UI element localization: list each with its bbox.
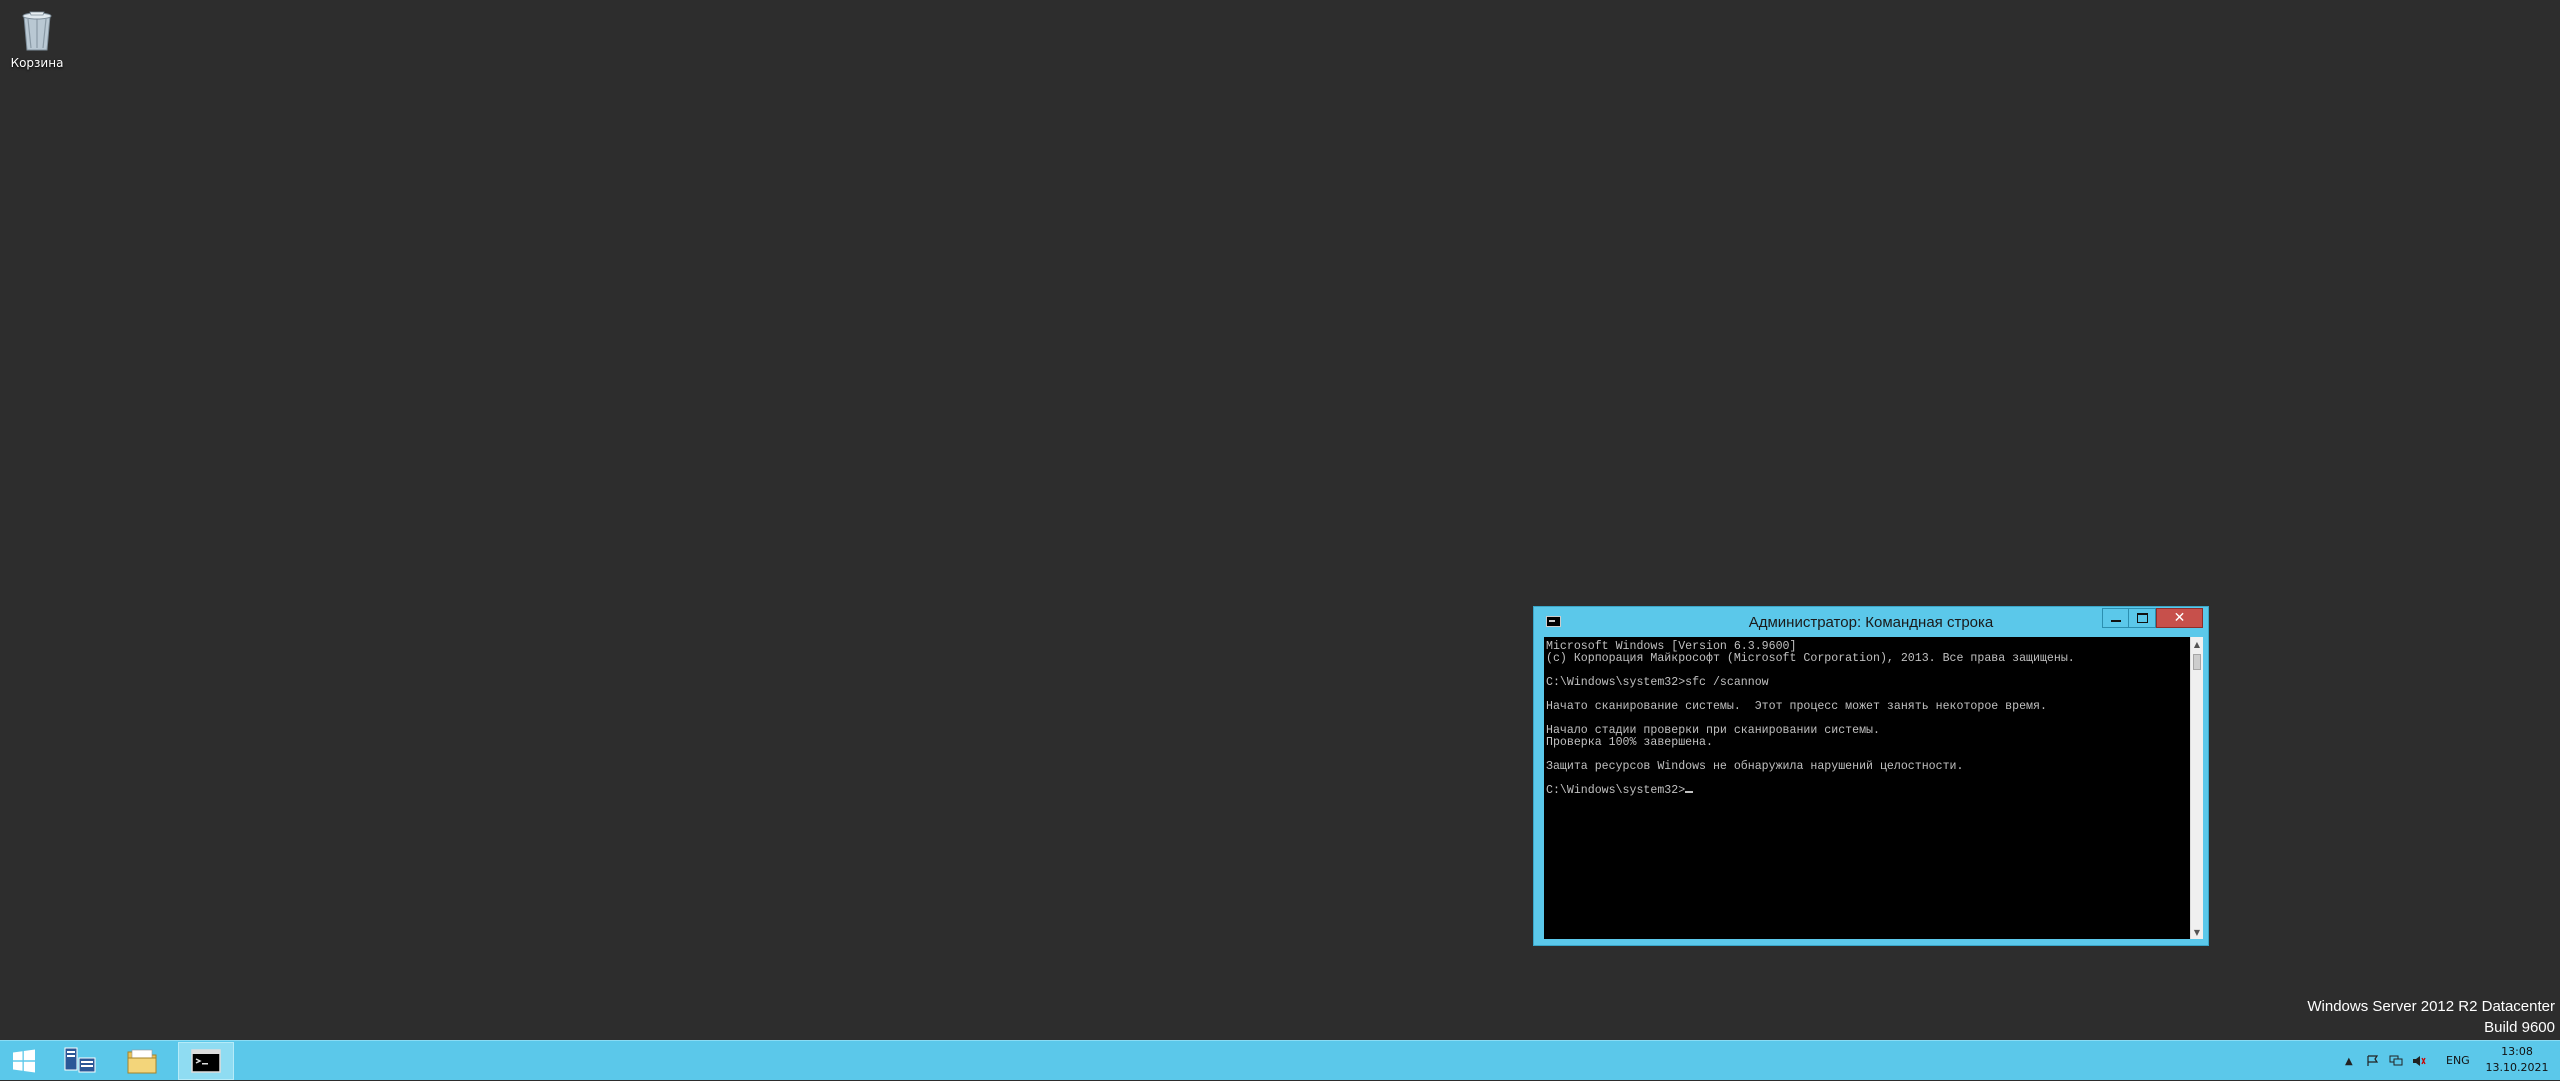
command-prompt-window[interactable]: Администратор: Командная строка ✕ Micros… <box>1533 606 2209 946</box>
close-icon: ✕ <box>2173 610 2186 626</box>
volume-icon[interactable] <box>2412 1055 2426 1067</box>
system-clock[interactable]: 13:08 13.10.2021 <box>2478 1044 2556 1076</box>
window-titlebar[interactable]: Администратор: Командная строка ✕ <box>1534 607 2208 637</box>
text-cursor <box>1685 791 1694 793</box>
server-manager-icon <box>64 1047 96 1073</box>
watermark-edition: Windows Server 2012 R2 Datacenter <box>2307 998 2555 1015</box>
command-prompt-icon <box>191 1049 221 1073</box>
taskbar-command-prompt[interactable] <box>178 1042 234 1080</box>
scroll-down-button[interactable]: ▼ <box>2191 925 2203 939</box>
console-line: Защита ресурсов Windows не обнаружила на… <box>1546 760 1964 773</box>
console-line: Начато сканирование системы. Этот процес… <box>1546 700 2047 713</box>
clock-time: 13:08 <box>2501 1045 2533 1058</box>
clock-date: 13.10.2021 <box>2485 1061 2549 1074</box>
start-button[interactable] <box>0 1042 48 1080</box>
watermark-build: Build 9600 <box>2484 1019 2555 1036</box>
flag-icon[interactable] <box>2366 1055 2380 1067</box>
scroll-up-button[interactable]: ▲ <box>2191 637 2203 651</box>
notification-area <box>2366 1041 2426 1081</box>
maximize-button[interactable] <box>2129 608 2156 628</box>
taskbar-file-explorer[interactable] <box>118 1042 166 1080</box>
chevron-up-icon: ▲ <box>2345 1055 2353 1067</box>
console-line: Проверка 100% завершена. <box>1546 736 1713 749</box>
recycle-bin-shortcut[interactable]: Корзина <box>6 6 68 76</box>
console-prompt: C:\Windows\system32> <box>1546 784 1686 797</box>
show-hidden-icons-button[interactable]: ▲ <box>2345 1041 2353 1081</box>
folder-icon <box>127 1049 157 1074</box>
recycle-bin-icon <box>22 11 52 51</box>
scrollbar-thumb[interactable] <box>2193 654 2201 670</box>
windows-logo-icon <box>13 1049 35 1073</box>
os-watermark: Windows Server 2012 R2 Datacenter Build … <box>2307 996 2555 1038</box>
taskbar-server-manager[interactable] <box>56 1042 104 1080</box>
recycle-bin-label: Корзина <box>10 56 64 70</box>
console-line: C:\Windows\system32>sfc /scannow <box>1546 676 1769 689</box>
console-text: Microsoft Windows [Version 6.3.9600] (c)… <box>1544 637 2190 797</box>
input-language-indicator[interactable]: ENG <box>2446 1054 2470 1067</box>
close-button[interactable]: ✕ <box>2156 608 2203 628</box>
scroll-down-icon: ▼ <box>2193 927 2201 937</box>
minimize-icon <box>2110 620 2121 622</box>
vertical-scrollbar[interactable]: ▲ ▼ <box>2190 637 2203 939</box>
scroll-up-icon: ▲ <box>2193 639 2201 649</box>
minimize-button[interactable] <box>2102 608 2129 628</box>
console-line: (c) Корпорация Майкрософт (Microsoft Cor… <box>1546 652 2075 665</box>
taskbar: ▲ ENG 13:08 13.10.2021 <box>0 1040 2560 1080</box>
network-icon[interactable] <box>2389 1055 2403 1067</box>
maximize-icon <box>2136 613 2148 623</box>
console-output[interactable]: Microsoft Windows [Version 6.3.9600] (c)… <box>1544 637 2190 939</box>
